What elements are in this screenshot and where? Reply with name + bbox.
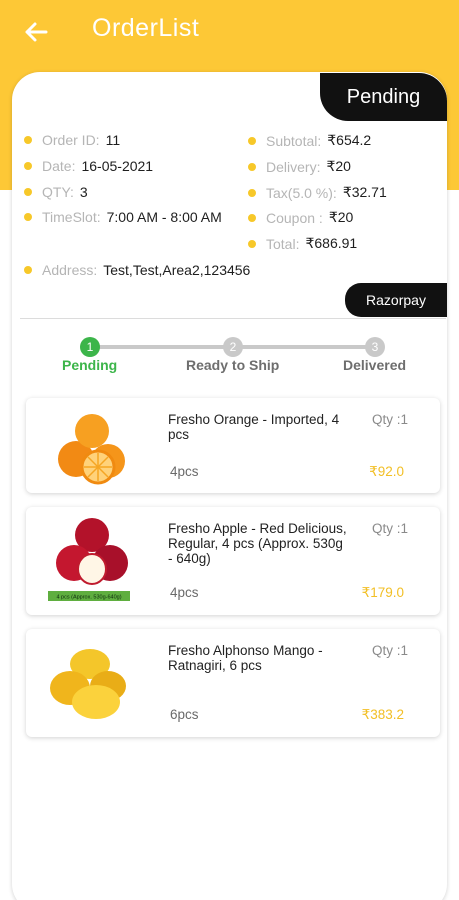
orange-image bbox=[58, 414, 125, 485]
divider bbox=[20, 318, 446, 319]
order-item-apple[interactable]: 4 pcs (Approx. 530g-640g) Fresho Apple -… bbox=[26, 507, 440, 615]
qty-value: 3 bbox=[79, 184, 88, 200]
delivery-value: ₹20 bbox=[326, 158, 351, 174]
order-id-row: Order ID: 11 bbox=[24, 132, 120, 148]
date-row: Date: 16-05-2021 bbox=[24, 158, 153, 174]
address-label: Address: bbox=[42, 262, 98, 278]
app-bar: OrderList bbox=[0, 0, 459, 62]
step-2-label: Ready to Ship bbox=[186, 357, 280, 373]
bullet-dot-icon bbox=[24, 188, 32, 196]
subtotal-label: Subtotal: bbox=[266, 132, 322, 149]
coupon-row: Coupon : ₹20 bbox=[248, 209, 353, 226]
date-label: Date: bbox=[42, 158, 76, 174]
step-1-label: Pending bbox=[62, 357, 118, 373]
order-item-mango[interactable]: Fresho Alphonso Mango - Ratnagiri, 6 pcs… bbox=[26, 629, 440, 737]
apple-image: 4 pcs (Approx. 530g-640g) bbox=[48, 518, 130, 601]
stepper-track bbox=[98, 345, 224, 349]
bullet-dot-icon bbox=[248, 188, 256, 197]
mango-image bbox=[50, 649, 126, 719]
step-3-label: Delivered bbox=[343, 357, 407, 373]
item-price: ₹179.0 bbox=[361, 585, 404, 600]
bullet-dot-icon bbox=[248, 239, 256, 248]
payment-method-badge: Razorpay bbox=[345, 283, 447, 317]
item-qty: Qty :1 bbox=[371, 643, 408, 658]
item-unit: 4pcs bbox=[170, 585, 199, 600]
order-item-orange[interactable]: Fresho Orange - Imported, 4 pcs Qty :1 4… bbox=[26, 398, 440, 493]
timeslot-row: TimeSlot: 7:00 AM - 8:00 AM bbox=[24, 209, 222, 225]
apple-image-tag: 4 pcs (Approx. 530g-640g) bbox=[56, 595, 121, 601]
order-id-label: Order ID: bbox=[42, 132, 100, 148]
status-badge: Pending bbox=[320, 73, 447, 121]
stepper-track bbox=[242, 345, 366, 349]
bullet-dot-icon bbox=[24, 266, 32, 274]
tax-label: Tax(5.0 %): bbox=[266, 184, 337, 201]
total-row: Total: ₹686.91 bbox=[248, 235, 357, 252]
bullet-dot-icon bbox=[24, 136, 32, 144]
item-price: ₹92.0 bbox=[369, 464, 404, 479]
delivery-label: Delivery: bbox=[266, 158, 321, 175]
coupon-value: ₹20 bbox=[328, 209, 354, 225]
subtotal-value: ₹654.2 bbox=[327, 132, 372, 148]
timeslot-label: TimeSlot: bbox=[42, 209, 101, 225]
address-row: Address: Test,Test,Area2,123456 bbox=[24, 262, 250, 278]
delivery-row: Delivery: ₹20 bbox=[248, 158, 351, 175]
order-id-value: 11 bbox=[105, 132, 121, 148]
tax-value: ₹32.71 bbox=[342, 184, 387, 200]
timeslot-value: 7:00 AM - 8:00 AM bbox=[106, 209, 222, 225]
step-3-circle: 3 bbox=[365, 337, 385, 357]
bullet-dot-icon bbox=[248, 162, 256, 171]
step-1-circle: 1 bbox=[80, 337, 100, 357]
total-label: Total: bbox=[266, 235, 300, 252]
bullet-dot-icon bbox=[248, 213, 256, 222]
coupon-label: Coupon : bbox=[266, 209, 323, 226]
qty-row: QTY: 3 bbox=[24, 184, 88, 200]
item-qty: Qty :1 bbox=[371, 521, 408, 536]
bullet-dot-icon bbox=[248, 136, 256, 145]
total-value: ₹686.91 bbox=[305, 235, 358, 251]
tax-row: Tax(5.0 %): ₹32.71 bbox=[248, 184, 387, 201]
subtotal-row: Subtotal: ₹654.2 bbox=[248, 132, 371, 149]
item-name: Fresho Apple - Red Delicious, Regular, 4… bbox=[168, 521, 347, 566]
item-qty: Qty :1 bbox=[371, 412, 408, 427]
address-value: Test,Test,Area2,123456 bbox=[103, 262, 251, 278]
item-name: Fresho Orange - Imported, 4 pcs bbox=[168, 412, 340, 442]
qty-label: QTY: bbox=[42, 184, 74, 200]
item-unit: 6pcs bbox=[170, 707, 199, 722]
arrow-left-icon[interactable] bbox=[20, 16, 52, 48]
item-price: ₹383.2 bbox=[361, 707, 404, 722]
step-2-circle: 2 bbox=[223, 337, 243, 357]
page-title: OrderList bbox=[92, 14, 200, 42]
item-unit: 4pcs bbox=[170, 464, 199, 479]
item-name: Fresho Alphonso Mango - Ratnagiri, 6 pcs bbox=[168, 643, 323, 673]
date-value: 16-05-2021 bbox=[81, 158, 154, 174]
bullet-dot-icon bbox=[24, 162, 32, 170]
bullet-dot-icon bbox=[24, 213, 32, 221]
